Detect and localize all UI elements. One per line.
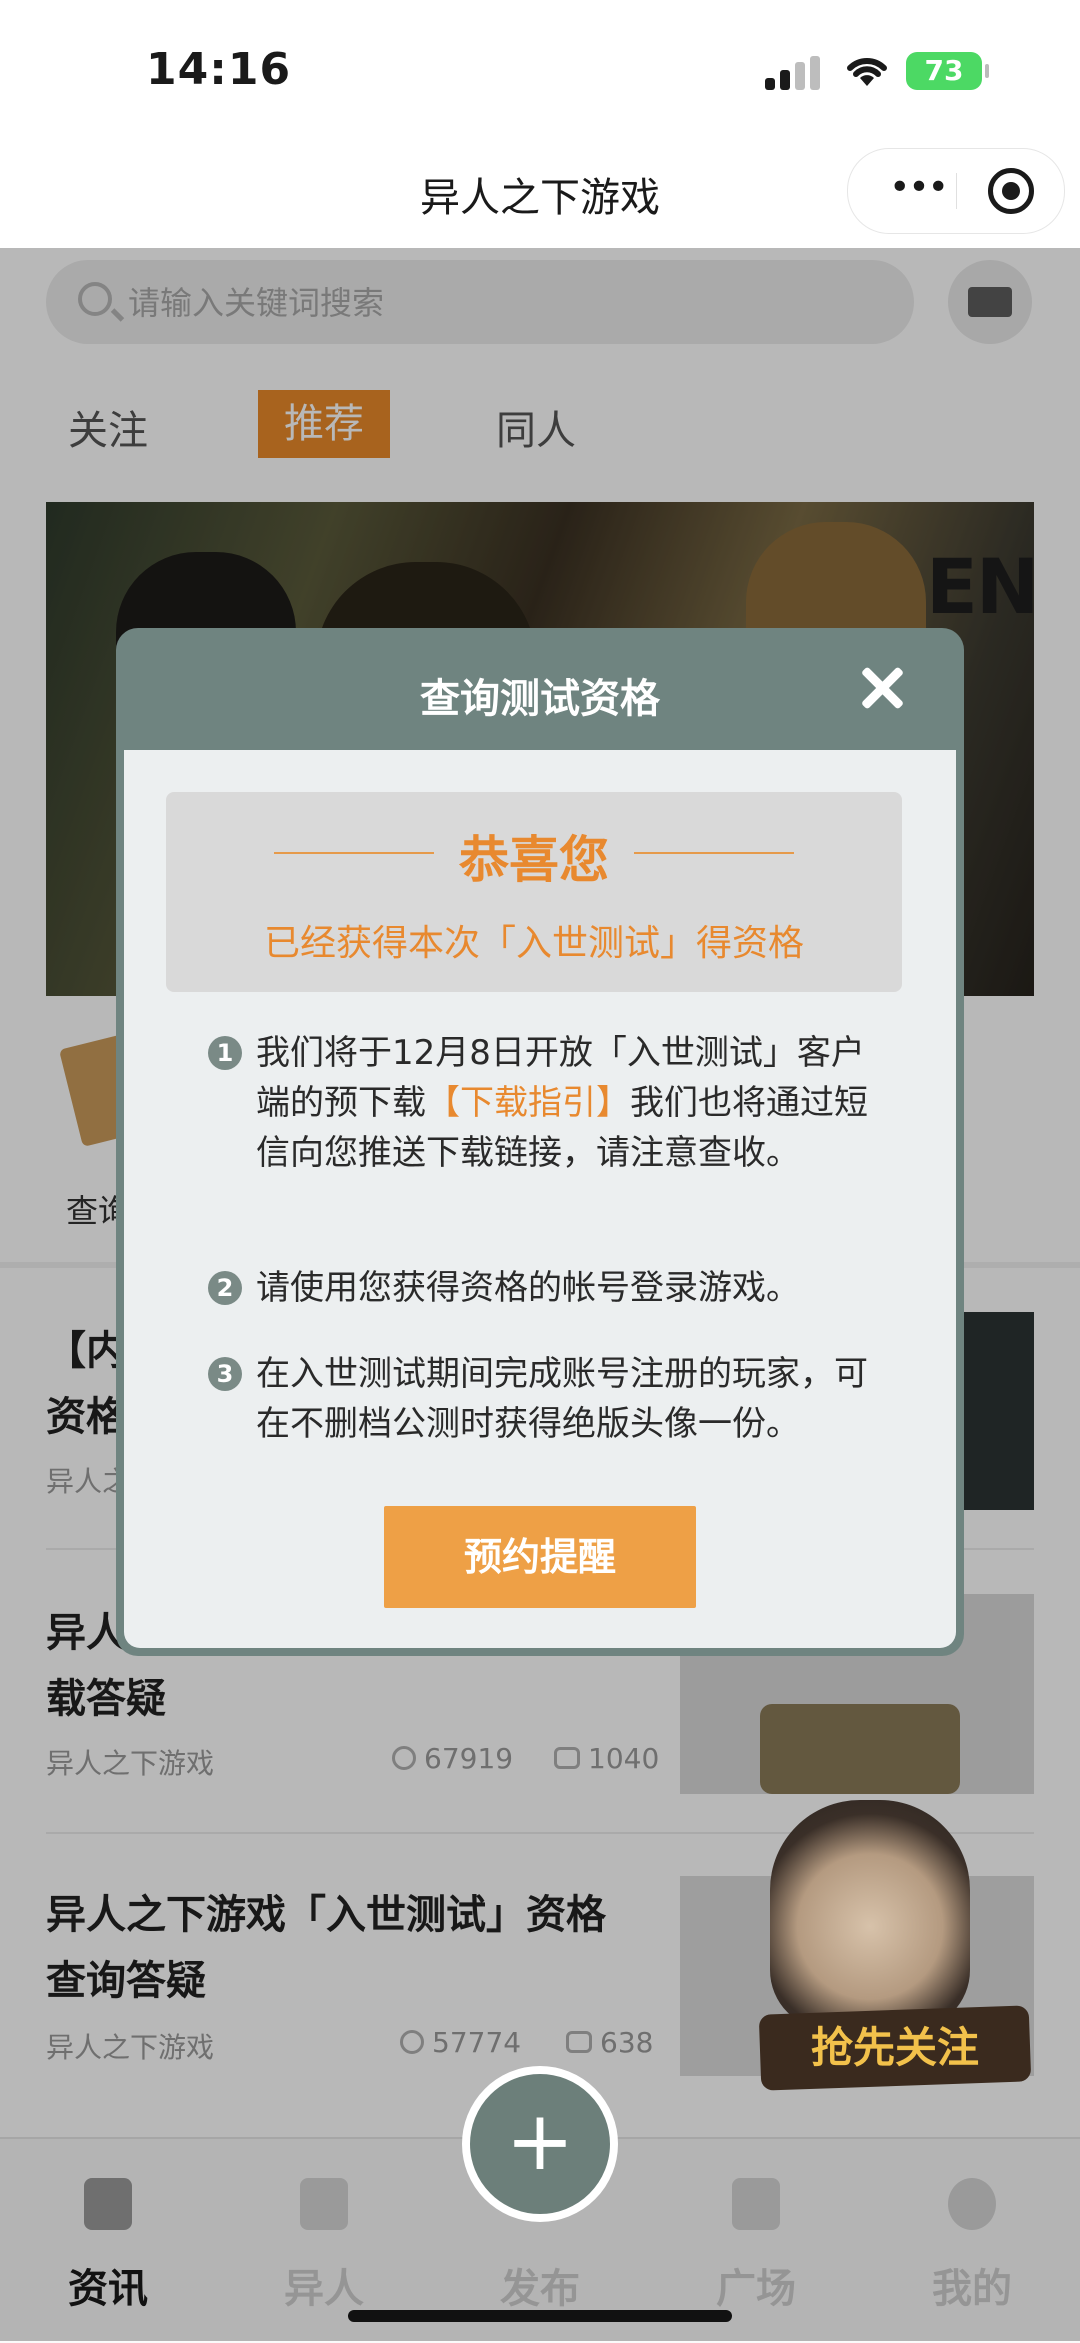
wifi-icon — [847, 57, 887, 86]
follow-promo-float[interactable]: 抢先关注 — [690, 1800, 1050, 2100]
step-text: 我们将于12月8日开放「入世测试」客户端的预下载【下载指引】我们也将通过短信向您… — [256, 1033, 868, 1173]
download-guide-link[interactable]: 【下载指引】 — [426, 1083, 630, 1123]
follow-promo-label: 抢先关注 — [810, 2023, 979, 2072]
capsule-divider — [956, 173, 957, 209]
step-text: 在入世测试期间完成账号注册的玩家，可在不删档公测时获得绝版头像一份。 — [256, 1354, 868, 1444]
modal-title: 查询测试资格 — [420, 676, 660, 722]
congrats-heading: 恭喜您 — [459, 831, 609, 889]
close-miniprogram-icon[interactable] — [988, 168, 1034, 214]
signal-icon — [765, 56, 821, 90]
step-number: 3 — [208, 1357, 242, 1391]
step-text: 请使用您获得资格的帐号登录游戏。 — [256, 1268, 800, 1308]
step-number: 2 — [208, 1271, 242, 1305]
close-icon[interactable] — [858, 664, 906, 712]
plus-icon: + — [505, 2094, 575, 2189]
home-indicator — [348, 2310, 732, 2322]
congrats-subtitle: 已经获得本次「入世测试」得资格 — [263, 923, 804, 964]
publish-button[interactable]: + — [462, 2066, 618, 2222]
congrats-card: 恭喜您 已经获得本次「入世测试」得资格 — [166, 792, 902, 992]
status-time: 14:16 — [146, 44, 292, 95]
more-icon[interactable]: ••• — [878, 170, 958, 209]
step-number: 1 — [208, 1036, 242, 1070]
miniprogram-capsule: ••• — [847, 148, 1065, 234]
battery-icon: 73 — [906, 52, 989, 90]
reminder-button[interactable]: 预约提醒 — [384, 1506, 696, 1608]
character-portrait — [770, 1800, 970, 2030]
